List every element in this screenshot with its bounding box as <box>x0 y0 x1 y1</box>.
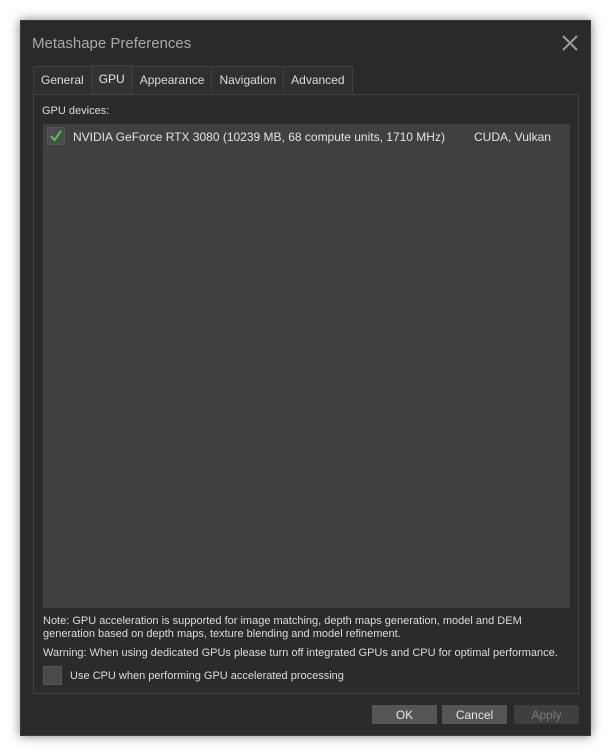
close-icon <box>562 35 578 51</box>
gpu-panel: GPU devices: NVIDIA GeForce RTX 3080 (10… <box>33 94 579 694</box>
tab-general[interactable]: General <box>33 66 92 93</box>
device-checkbox[interactable] <box>47 127 65 145</box>
ok-button[interactable]: OK <box>372 705 437 724</box>
close-button[interactable] <box>560 33 580 53</box>
gpu-devices-label: GPU devices: <box>42 105 110 117</box>
device-api: CUDA, Vulkan <box>474 130 551 144</box>
list-item[interactable]: NVIDIA GeForce RTX 3080 (10239 MB, 68 co… <box>43 124 570 148</box>
preferences-dialog: Metashape Preferences General GPU Appear… <box>20 20 591 736</box>
tab-appearance[interactable]: Appearance <box>131 66 213 93</box>
use-cpu-checkbox[interactable] <box>43 666 62 685</box>
tab-navigation[interactable]: Navigation <box>211 66 285 93</box>
cancel-button[interactable]: Cancel <box>442 705 507 724</box>
gpu-warning: Warning: When using dedicated GPUs pleas… <box>43 647 558 659</box>
title-bar: Metashape Preferences <box>21 21 590 67</box>
gpu-device-list[interactable]: NVIDIA GeForce RTX 3080 (10239 MB, 68 co… <box>43 124 570 608</box>
device-name: NVIDIA GeForce RTX 3080 (10239 MB, 68 co… <box>73 130 445 144</box>
window-title: Metashape Preferences <box>32 35 192 52</box>
apply-button[interactable]: Apply <box>514 705 579 724</box>
tab-advanced[interactable]: Advanced <box>283 66 353 93</box>
tab-bar: General GPU Appearance Navigation Advanc… <box>33 65 353 94</box>
use-cpu-label: Use CPU when performing GPU accelerated … <box>70 670 344 682</box>
tab-gpu[interactable]: GPU <box>90 65 133 94</box>
checkmark-icon <box>50 130 62 142</box>
gpu-note: Note: GPU acceleration is supported for … <box>43 615 522 640</box>
